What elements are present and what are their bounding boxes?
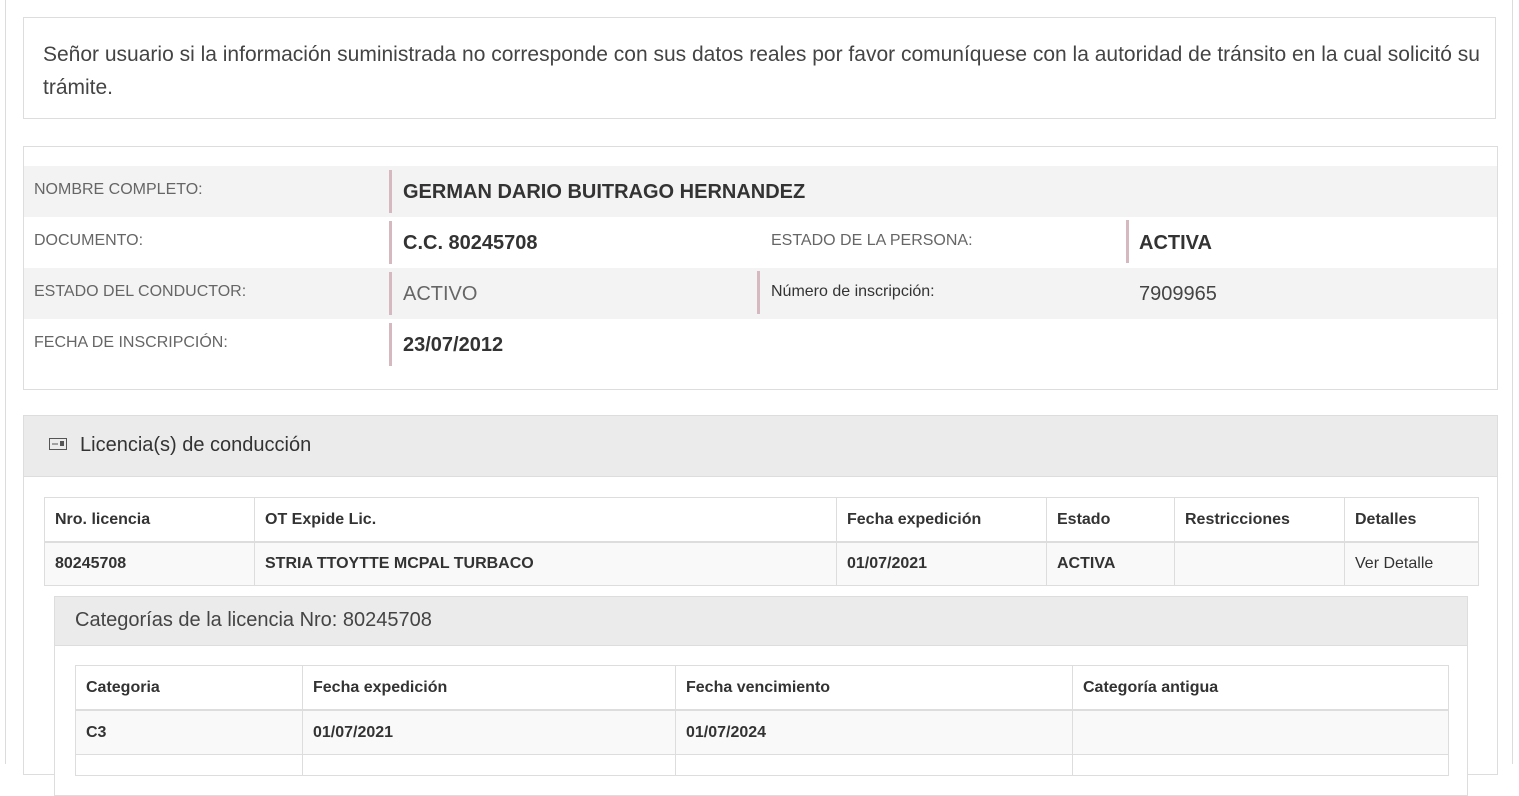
nombre-label: NOMBRE COMPLETO: [34,181,203,198]
col-detalles: Detalles [1344,497,1479,543]
accent-bar [1126,220,1129,263]
col-cat-fecha-vencimiento: Fecha vencimiento [675,665,1073,711]
table-row [75,754,1449,776]
col-fecha-expedicion: Fecha expedición [836,497,1047,543]
categories-panel-header: Categorías de la licencia Nro: 80245708 [55,597,1467,646]
estado-persona-value: ACTIVA [1139,232,1212,254]
frame-right-border [1512,0,1513,764]
accent-bar [389,323,392,366]
categories-panel: Categorías de la licencia Nro: 80245708 … [54,596,1468,796]
notice-text: Señor usuario si la información suminist… [43,43,1480,99]
col-categoria-antigua: Categoría antigua [1072,665,1449,711]
estado-persona-label: ESTADO DE LA PERSONA: [771,232,973,249]
cell-categoria: C3 [75,709,303,755]
documento-value: C.C. 80245708 [403,232,538,254]
categories-panel-title: Categorías de la licencia Nro: 80245708 [75,609,432,631]
row-fecha-inscripcion: FECHA DE INSCRIPCIÓN: 23/07/2012 [24,319,1497,370]
cell-estado: ACTIVA [1046,541,1175,586]
licenses-panel-header[interactable]: Licencia(s) de conducción [24,416,1497,477]
fecha-label: FECHA DE INSCRIPCIÓN: [34,334,228,351]
licenses-panel: Licencia(s) de conducción Nro. licencia … [23,415,1498,796]
col-ot-expide: OT Expide Lic. [254,497,837,543]
categories-header-row: Categoria Fecha expedición Fecha vencimi… [75,665,1449,711]
accent-bar [389,170,392,213]
cell-fecha-expedicion: 01/07/2021 [836,541,1047,586]
inscripcion-value: 7909965 [1139,283,1217,305]
licenses-header-row: Nro. licencia OT Expide Lic. Fecha exped… [44,497,1479,543]
cell-empty [302,754,676,776]
fecha-value: 23/07/2012 [403,334,504,356]
cell-cat-vencimiento: 01/07/2024 [675,709,1073,755]
col-cat-fecha-expedicion: Fecha expedición [302,665,676,711]
documento-label: DOCUMENTO: [34,232,144,249]
cell-nro-licencia: 80245708 [44,541,255,586]
estado-conductor-value: ACTIVO [403,283,478,305]
notice-box: Señor usuario si la información suminist… [23,17,1496,119]
cell-empty [75,754,303,776]
categories-table: Categoria Fecha expedición Fecha vencimi… [75,665,1449,776]
accent-bar [389,221,392,264]
licenses-table: Nro. licencia OT Expide Lic. Fecha exped… [44,497,1479,586]
col-restricciones: Restricciones [1174,497,1345,543]
row-estado-conductor: ESTADO DEL CONDUCTOR: ACTIVO Número de i… [24,268,1497,319]
nombre-value: GERMAN DARIO BUITRAGO HERNANDEZ [403,181,806,203]
accent-bar [389,272,392,315]
row-documento: DOCUMENTO: C.C. 80245708 ESTADO DE LA PE… [24,217,1497,268]
cell-cat-expedicion: 01/07/2021 [302,709,676,755]
person-info-panel: NOMBRE COMPLETO: GERMAN DARIO BUITRAGO H… [23,146,1498,390]
ver-detalle-link[interactable]: Ver Detalle [1344,541,1479,586]
cell-empty [1072,754,1449,776]
frame-left-border [5,0,6,764]
cell-categoria-antigua [1072,709,1449,755]
col-nro-licencia: Nro. licencia [44,497,255,543]
licenses-panel-title: Licencia(s) de conducción [80,434,312,456]
id-card-icon [49,438,67,450]
inscripcion-label: Número de inscripción: [771,283,935,300]
accent-bar [757,271,760,314]
cell-empty [675,754,1073,776]
row-nombre: NOMBRE COMPLETO: GERMAN DARIO BUITRAGO H… [24,166,1497,217]
col-estado: Estado [1046,497,1175,543]
table-row: C3 01/07/2021 01/07/2024 [75,709,1449,755]
table-row: 80245708 STRIA TTOYTTE MCPAL TURBACO 01/… [44,541,1479,586]
estado-conductor-label: ESTADO DEL CONDUCTOR: [34,283,247,300]
cell-restricciones [1174,541,1345,586]
cell-ot-expide: STRIA TTOYTTE MCPAL TURBACO [254,541,837,586]
col-categoria: Categoria [75,665,303,711]
